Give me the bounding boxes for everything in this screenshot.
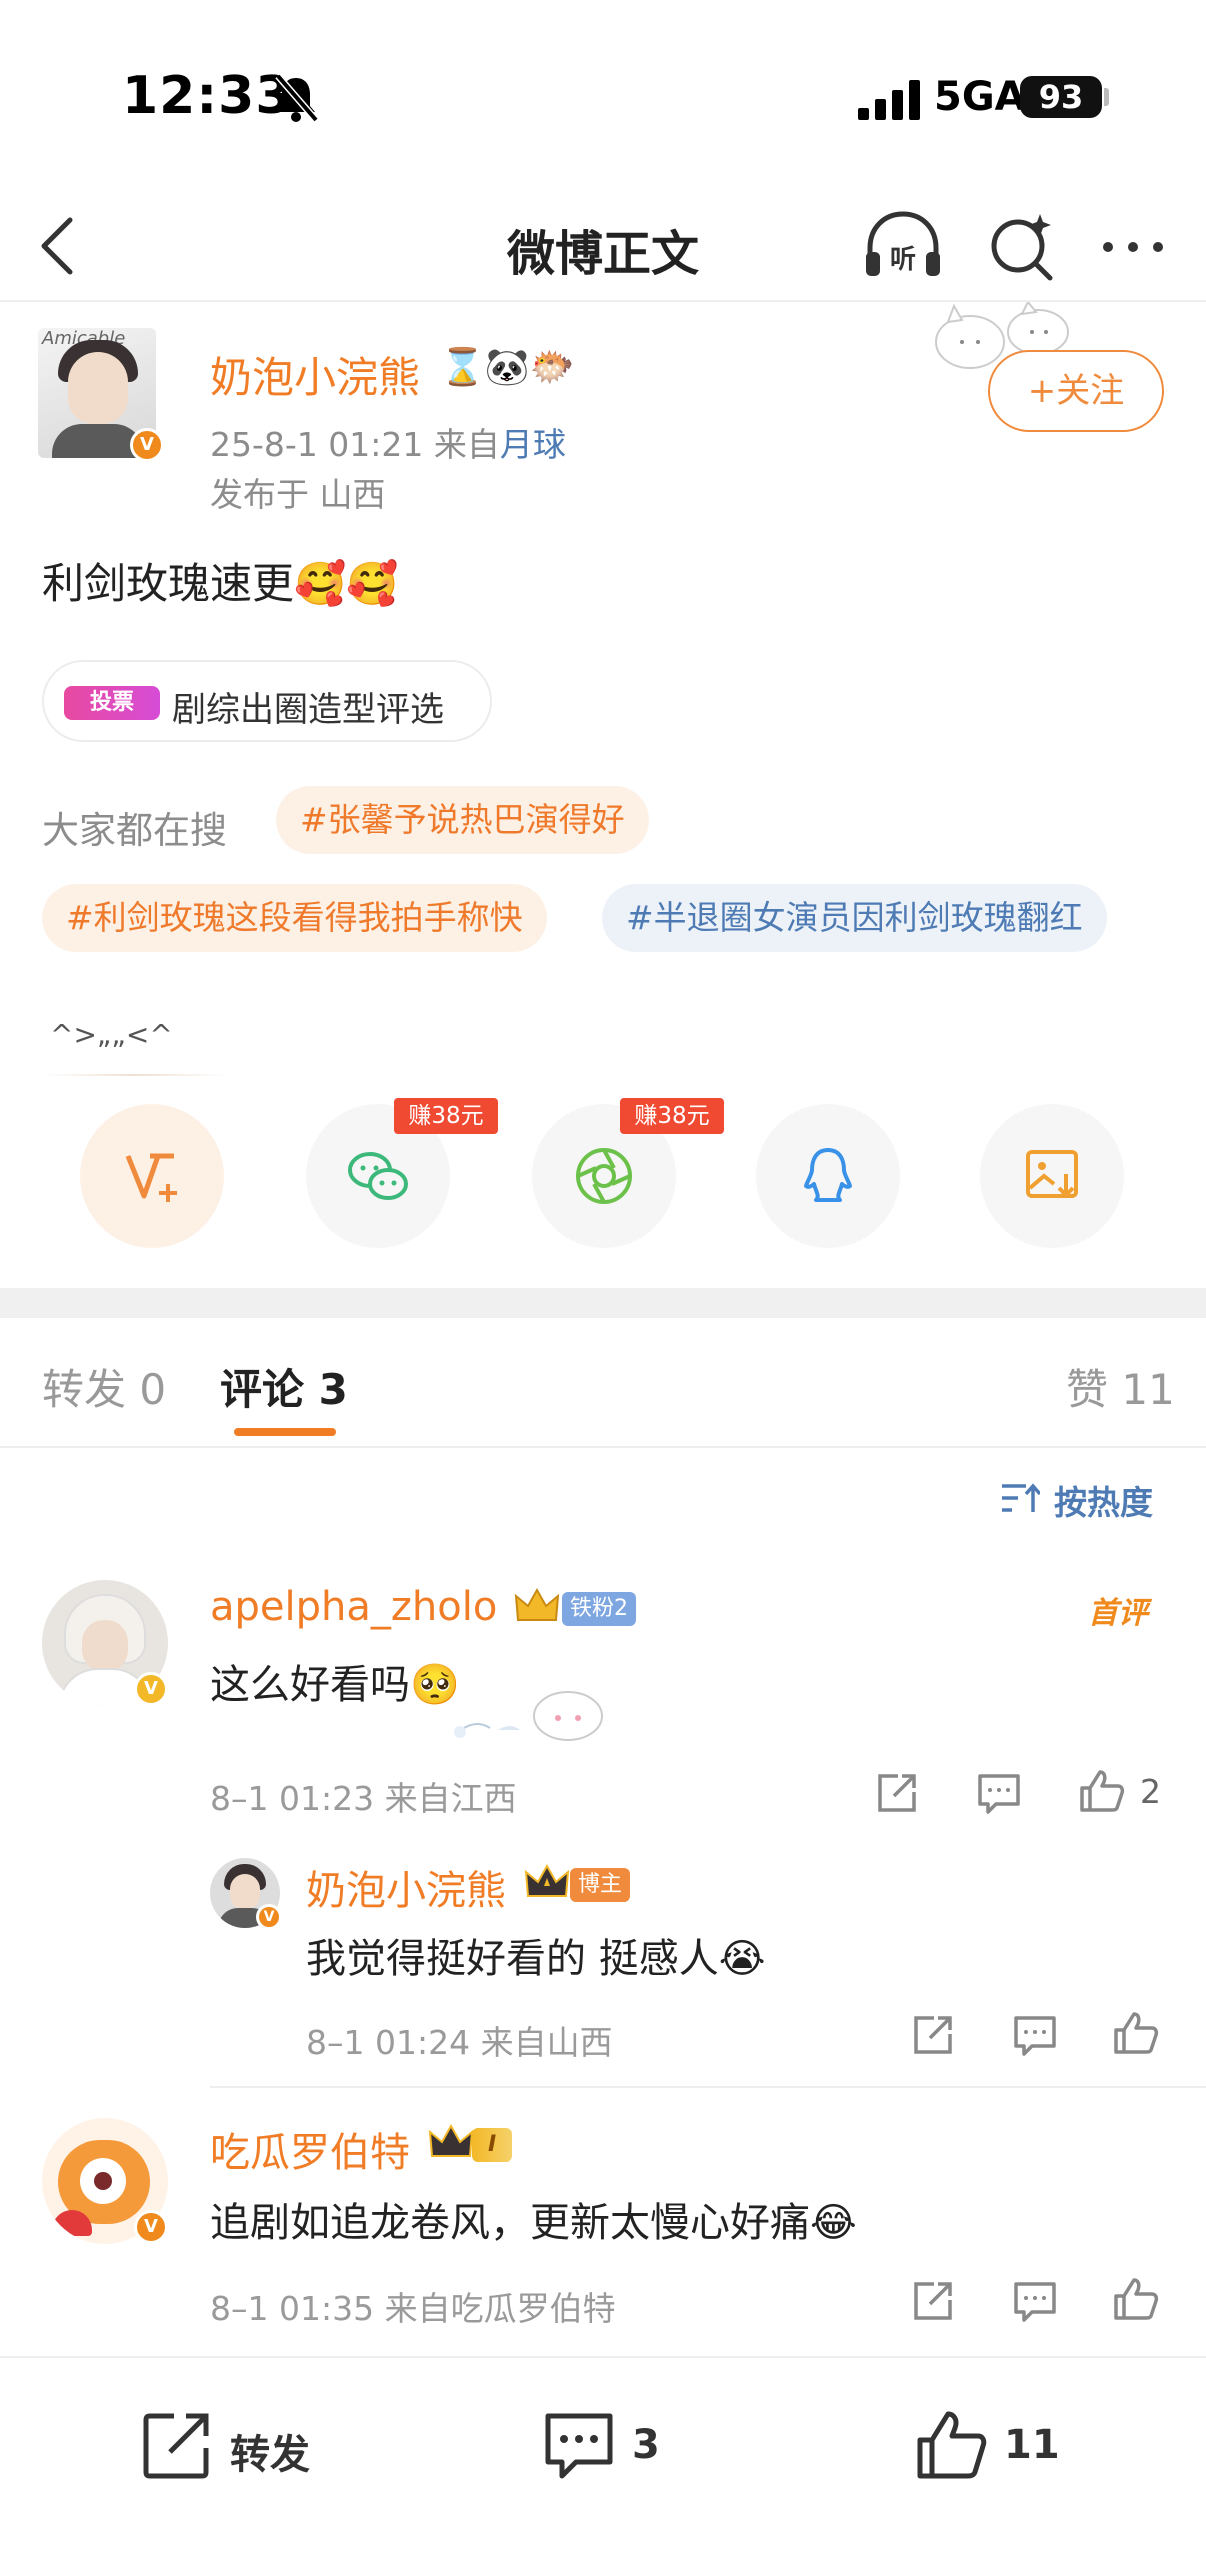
nav-bar: 微博正文 听: [0, 190, 1206, 302]
author-emoji-badges: ⌛🐼🐡: [440, 347, 575, 388]
post-from-prefix: 来自: [433, 425, 500, 464]
first-comment-tag: 首评: [1088, 1596, 1148, 1631]
signal-icon: [858, 80, 920, 120]
reward-badge: 赚38元: [620, 1098, 724, 1134]
tooltip-divider: [42, 1074, 228, 1076]
post-time: 25-8-1 01:21: [210, 425, 424, 464]
tab-comments[interactable]: 评论 3: [220, 1356, 348, 1417]
share-wechat-button[interactable]: 赚38元: [306, 1098, 498, 1248]
follow-button[interactable]: +关注: [988, 350, 1164, 432]
commenter-name[interactable]: 吃瓜罗伯特: [210, 2120, 410, 2178]
like-icon[interactable]: [1110, 2274, 1160, 2324]
verified-badge-icon: V: [134, 1672, 168, 1706]
like-icon[interactable]: [1110, 2008, 1160, 2058]
crown-icon: [514, 1587, 560, 1621]
comment-divider: [210, 2086, 1206, 2088]
like-button[interactable]: 11: [912, 2406, 1072, 2486]
comment-text: 追剧如追龙卷风，更新太慢心好痛😂: [210, 2200, 857, 2246]
share-tooltip: ^>„„<^: [50, 1018, 173, 1051]
vote-badge: 投票: [64, 686, 160, 720]
comment-text: 我觉得挺好看的 挺感人😭: [306, 1936, 766, 1982]
share-icon[interactable]: [872, 1768, 922, 1818]
post-meta: 25-8-1 01:21 来自月球: [210, 418, 566, 466]
sort-icon: [1002, 1483, 1040, 1512]
reply-icon[interactable]: [1010, 2276, 1060, 2326]
tab-active-indicator: [234, 1428, 336, 1436]
share-icon[interactable]: [908, 2276, 958, 2326]
fan-level-badge: 铁粉2: [562, 1592, 636, 1626]
bottom-action-bar: 转发 3 11: [0, 2356, 1206, 2561]
search-icon[interactable]: [978, 204, 1064, 290]
comment-button[interactable]: 3: [540, 2406, 700, 2486]
sort-label: 按热度: [1054, 1483, 1153, 1522]
post-source[interactable]: 月球: [500, 425, 566, 464]
wechat-icon: [348, 1152, 408, 1200]
save-image-button[interactable]: [980, 1104, 1124, 1248]
crown-icon: [428, 2123, 474, 2157]
image-download-icon: [1026, 1150, 1078, 1198]
repost-icon: [143, 2413, 209, 2479]
post-location: 发布于 山西: [210, 475, 386, 514]
more-icon[interactable]: [1090, 204, 1176, 290]
like-count: 11: [1004, 2422, 1060, 2468]
like-count: 2: [1140, 1772, 1161, 1811]
commenter-name[interactable]: 奶泡小浣熊: [306, 1858, 506, 1916]
author-name[interactable]: 奶泡小浣熊: [210, 344, 420, 405]
sticker-decoration-icon: [454, 1691, 603, 1741]
comment-meta: 8–1 01:23 来自江西: [210, 1779, 517, 1818]
verified-badge-icon: V: [256, 1904, 282, 1930]
repost-button[interactable]: 转发: [138, 2406, 338, 2486]
qq-icon: [804, 1148, 852, 1202]
vote-topic-pill[interactable]: 投票 剧综出圈造型评选: [42, 660, 492, 742]
trending-tag[interactable]: #利剑玫瑰这段看得我拍手称快: [42, 884, 547, 952]
reward-badge: 赚38元: [394, 1098, 498, 1134]
tab-repost[interactable]: 转发 0: [42, 1356, 166, 1417]
listen-label: 听: [890, 245, 916, 275]
weibo-v-plus-icon: [125, 1153, 177, 1202]
repost-label: 转发: [230, 2432, 310, 2478]
verified-badge-icon: V: [134, 2210, 168, 2244]
like-icon: [917, 2411, 987, 2479]
section-divider: [0, 1288, 1206, 1318]
reply-icon[interactable]: [1010, 2010, 1060, 2060]
comment-text: 这么好看吗🥺: [210, 1662, 460, 1708]
like-icon[interactable]: [1076, 1766, 1126, 1816]
status-time: 12:33: [122, 66, 293, 126]
network-type: 5GA: [934, 74, 1026, 120]
share-qq-button[interactable]: [756, 1104, 900, 1248]
bell-off-icon: [275, 73, 319, 123]
member-level-badge: I: [472, 2128, 513, 2162]
listen-icon[interactable]: 听: [860, 204, 946, 290]
back-icon[interactable]: [30, 206, 90, 286]
trending-search-label: 大家都在搜: [42, 809, 227, 852]
comment-count: 3: [632, 2422, 660, 2468]
vote-topic-label: 剧综出圈造型评选: [172, 690, 444, 730]
sort-by-hot-button[interactable]: 按热度: [1000, 1476, 1153, 1524]
trending-tag[interactable]: #张馨予说热巴演得好: [276, 786, 649, 854]
moments-icon: [576, 1148, 632, 1204]
comment-meta: 8–1 01:24 来自山西: [306, 2023, 613, 2062]
share-weibo-button[interactable]: [80, 1104, 224, 1248]
crown-icon: [524, 1863, 570, 1897]
status-bar: 12:33 5GA 93: [0, 0, 1206, 190]
blogger-badge: 博主: [570, 1868, 631, 1902]
comment-meta: 8–1 01:35 来自吃瓜罗伯特: [210, 2289, 616, 2328]
post-text: 利剑玫瑰速更🥰🥰: [42, 559, 399, 608]
battery-level: 93: [1020, 76, 1102, 118]
share-icon[interactable]: [908, 2010, 958, 2060]
reply-icon[interactable]: [974, 1768, 1024, 1818]
tab-likes[interactable]: 赞 11: [1066, 1356, 1175, 1417]
comment-icon: [545, 2413, 613, 2479]
trending-tag[interactable]: #半退圈女演员因利剑玫瑰翻红: [602, 884, 1107, 952]
battery-tip: [1104, 88, 1109, 106]
tabs-divider: [0, 1446, 1206, 1448]
verified-badge-icon: V: [130, 428, 164, 462]
share-moments-button[interactable]: 赚38元: [532, 1098, 724, 1248]
commenter-name[interactable]: apelpha_zholo: [210, 1584, 497, 1630]
